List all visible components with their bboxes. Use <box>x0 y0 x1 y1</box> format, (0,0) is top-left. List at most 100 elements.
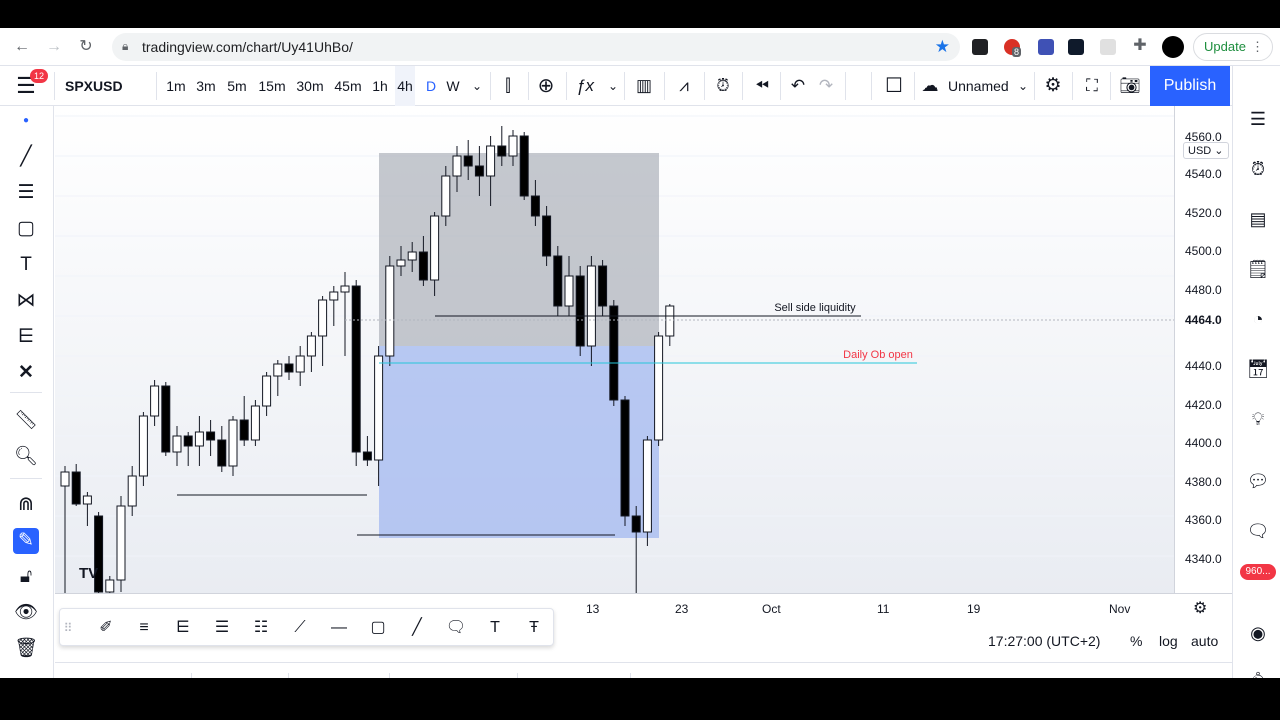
tab-trading-panel[interactable]: Trading Panel <box>533 663 620 678</box>
puzzle-icon[interactable]: ✚ <box>1130 36 1150 56</box>
prediction-icon[interactable]: ⋿ <box>13 324 39 350</box>
price-axis[interactable]: USD ⌄ 4560.0 4540.0 4520.0 4500.0 4480.0… <box>1174 106 1232 596</box>
zoom-in-icon[interactable]: 🔍︎ <box>13 444 39 470</box>
currency-selector[interactable]: USD ⌄ <box>1183 142 1229 159</box>
update-button[interactable]: Update ⋮ <box>1193 33 1273 61</box>
calendar-icon[interactable]: 📅︎ <box>1245 356 1271 382</box>
text-anchor-icon[interactable]: Ŧ <box>522 616 546 640</box>
layout-name[interactable]: Unnamed <box>948 66 1009 106</box>
interval-45m[interactable]: 45m <box>334 66 362 106</box>
notifications-bell-icon[interactable]: 🔔︎ <box>1245 668 1271 678</box>
close-icon[interactable]: ✕ <box>13 360 39 386</box>
trend-angle-icon[interactable]: ⟋ <box>288 616 312 640</box>
maximize-panel-icon[interactable]: ▭ <box>1195 663 1210 678</box>
extension-icon[interactable] <box>1100 39 1116 55</box>
interval-30m[interactable]: 30m <box>296 66 324 106</box>
fib-fan-icon[interactable]: ⋿ <box>171 616 195 640</box>
tab-text-notes[interactable]: Text Notes <box>205 663 271 678</box>
price-label: 4420.0 <box>1185 398 1222 412</box>
percent-scale-toggle[interactable]: % <box>1130 633 1142 649</box>
undo-icon[interactable]: ↶ <box>786 74 810 98</box>
lock-drawings-icon[interactable]: 🔓︎ <box>13 564 39 590</box>
interval-3m[interactable]: 3m <box>195 66 217 106</box>
drag-handle-icon[interactable]: ⠿ <box>62 616 74 640</box>
trash-icon[interactable]: 🗑︎ <box>13 636 39 662</box>
extension-icon[interactable] <box>972 39 988 55</box>
streams-icon[interactable]: ◉ <box>1245 620 1271 646</box>
bookmark-star-icon[interactable]: ★ <box>935 37 950 57</box>
axis-settings-gear-icon[interactable]: ⚙︎ <box>1193 598 1207 618</box>
rectangle-tool-icon[interactable]: ▢ <box>366 616 390 640</box>
notes-icon[interactable]: 🗒︎ <box>1245 256 1271 282</box>
camera-icon[interactable]: 📷︎ <box>1118 74 1142 98</box>
chevron-down-icon[interactable]: ⌄ <box>470 66 484 106</box>
alarm-clock-icon[interactable]: ⏰︎ <box>1245 156 1271 182</box>
fib-extension-icon[interactable]: ☷ <box>249 616 273 640</box>
line-tool-icon[interactable]: ╱ <box>405 616 429 640</box>
price-chart[interactable]: Sell side liquidity Daily Ob open TV <box>55 106 1232 596</box>
interval-5m[interactable]: 5m <box>226 66 248 106</box>
redo-icon[interactable]: ↷ <box>814 74 838 98</box>
publish-button[interactable]: Publish <box>1150 66 1230 106</box>
fullscreen-icon[interactable]: ⛶ <box>1080 74 1104 98</box>
data-window-icon[interactable]: ▤ <box>1245 206 1271 232</box>
horizontal-ray-icon[interactable]: ― <box>327 616 351 640</box>
rectangle-shape-icon[interactable]: ▢ <box>13 216 39 242</box>
brush-icon[interactable]: ✐ <box>94 616 118 640</box>
indicators-icon[interactable]: ƒx <box>573 74 597 98</box>
log-scale-toggle[interactable]: log <box>1159 633 1178 649</box>
chevron-down-icon[interactable]: ⌄ <box>174 663 183 678</box>
interval-4h[interactable]: 4h <box>395 66 415 106</box>
fib-channel-icon[interactable]: ≡ <box>132 616 156 640</box>
candle-body <box>284 363 294 373</box>
extension-icon[interactable] <box>1038 39 1054 55</box>
alert-icon[interactable]: ⏰︎ <box>711 74 735 98</box>
candle-body <box>250 405 260 441</box>
financials-icon[interactable]: ▥ <box>632 74 656 98</box>
chevron-down-icon[interactable]: ⌄ <box>1016 66 1030 106</box>
address-bar[interactable]: 🔒︎ tradingview.com/chart/Uy41UhBo/ ★ <box>112 33 960 61</box>
interval-15m[interactable]: 15m <box>258 66 286 106</box>
tab-stock-screener[interactable]: Stock Screener <box>72 663 168 678</box>
cursor-dot-icon[interactable]: ● <box>13 108 39 134</box>
interval-1h[interactable]: 1h <box>372 66 388 106</box>
reload-icon[interactable]: ↻ <box>76 37 96 57</box>
interval-d[interactable]: D <box>424 66 438 106</box>
text-tool-icon[interactable]: T <box>13 252 39 278</box>
auto-scale-toggle[interactable]: auto <box>1191 633 1218 649</box>
layout-icon[interactable]: ☐ <box>882 74 906 98</box>
messages-icon[interactable]: 🗨︎ <box>1245 518 1271 544</box>
chevron-down-icon[interactable]: ⌄ <box>606 66 620 106</box>
tab-pine-editor[interactable]: Pine Editor <box>304 663 372 678</box>
watchlist-icon[interactable]: ☰ <box>1245 106 1271 132</box>
stay-in-drawing-mode-icon[interactable]: ✎ <box>13 528 39 554</box>
hotlist-icon[interactable]: ◔ <box>1245 306 1271 332</box>
fib-levels-icon[interactable]: ☰ <box>210 616 234 640</box>
compare-add-icon[interactable]: ⊕ <box>534 74 558 98</box>
forward-icon[interactable]: → <box>44 37 64 57</box>
pattern-icon[interactable]: ⋈ <box>13 288 39 314</box>
chat-icon[interactable]: 💬︎ <box>1245 468 1271 494</box>
settings-gear-icon[interactable]: ⚙︎ <box>1041 74 1065 98</box>
trend-line-icon[interactable]: ╱ <box>13 144 39 170</box>
extension-icon[interactable]: 8 <box>1004 39 1022 57</box>
magnet-icon[interactable]: ⋒ <box>13 492 39 518</box>
collapse-chevron-up-icon[interactable]: ︿ <box>1159 663 1175 678</box>
interval-w[interactable]: W <box>445 66 461 106</box>
fib-retracement-icon[interactable]: ☰ <box>13 180 39 206</box>
extension-icon[interactable] <box>1068 39 1084 55</box>
tab-strategy-tester[interactable]: Strategy Tester <box>405 663 499 678</box>
ideas-lightbulb-icon[interactable]: 💡︎ <box>1245 406 1271 432</box>
clock-time[interactable]: 17:27:00 (UTC+2) <box>988 633 1100 649</box>
symbol-search[interactable]: SPXUSD <box>65 66 123 106</box>
visibility-eye-icon[interactable]: 👁︎ <box>13 600 39 626</box>
callout-icon[interactable]: 🗨︎ <box>444 616 468 640</box>
templates-icon[interactable]: ⩘ <box>672 74 696 98</box>
interval-1m[interactable]: 1m <box>165 66 187 106</box>
replay-icon[interactable]: ⏪︎ <box>750 74 774 98</box>
back-icon[interactable]: ← <box>12 37 32 57</box>
candles-type-icon[interactable]: ⫿ <box>496 74 520 98</box>
profile-avatar[interactable] <box>1162 36 1184 58</box>
ruler-icon[interactable]: 📏︎ <box>13 408 39 434</box>
text-icon[interactable]: T <box>483 616 507 640</box>
